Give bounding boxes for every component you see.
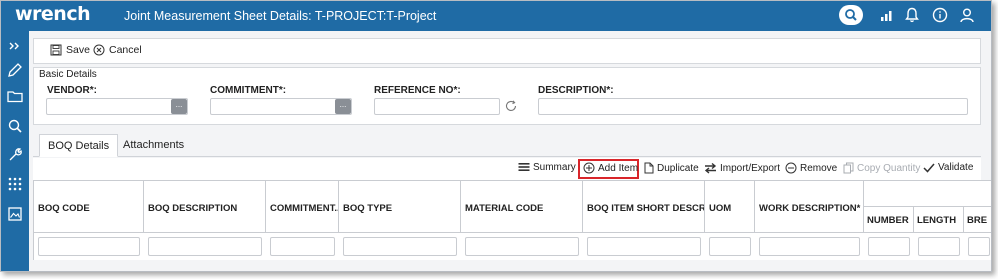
import-export-label: Import/Export	[720, 162, 781, 174]
report-image-icon[interactable]	[6, 205, 24, 223]
filter-commitment-input[interactable]	[270, 237, 335, 256]
column-header-length[interactable]: LENGTH	[914, 207, 964, 233]
column-header-commitment[interactable]: COMMITMENT...	[266, 181, 339, 233]
filter-uom-input[interactable]	[709, 237, 751, 256]
tab-strip: BOQ Details Attachments	[33, 134, 981, 157]
filter-length-input[interactable]	[918, 237, 960, 256]
duplicate-button[interactable]: Duplicate	[643, 162, 699, 174]
import-export-icon	[704, 162, 717, 174]
duplicate-icon	[644, 162, 654, 174]
cancel-label: Cancel	[109, 44, 142, 56]
filter-boq-item-short-description-input[interactable]	[587, 237, 701, 256]
add-item-label: Add Item	[598, 162, 639, 174]
column-group-header	[864, 181, 991, 207]
filter-material-code-input[interactable]	[465, 237, 579, 256]
summary-list-icon	[518, 163, 530, 171]
column-header-boq-code[interactable]: BOQ CODE	[34, 181, 144, 233]
column-header-breadth[interactable]: BRE	[964, 207, 991, 233]
page-title: Joint Measurement Sheet Details: T-PROJE…	[124, 9, 437, 23]
vendor-label: VENDOR*:	[47, 85, 98, 96]
filter-boq-description-input[interactable]	[148, 237, 262, 256]
app-logo: wrench	[15, 3, 91, 25]
filter-number-input[interactable]	[868, 237, 910, 256]
tab-boq-details[interactable]: BOQ Details	[39, 134, 119, 157]
expand-sidebar-icon[interactable]	[6, 37, 24, 55]
duplicate-label: Duplicate	[657, 162, 699, 174]
validate-button[interactable]: Validate	[923, 162, 973, 173]
column-header-boq-description[interactable]: BOQ DESCRIPTION	[144, 181, 266, 233]
column-header-material-code[interactable]: MATERIAL CODE	[461, 181, 583, 233]
top-bar: wrench Joint Measurement Sheet Details: …	[1, 1, 991, 31]
grid-action-bar: Summary Add Item Duplicate Import/Export	[33, 158, 981, 180]
search-icon[interactable]	[6, 117, 24, 135]
filter-boq-type-input[interactable]	[343, 237, 457, 256]
checkmark-icon	[923, 163, 935, 173]
basic-details-legend: Basic Details	[39, 69, 97, 80]
add-item-button[interactable]: Add Item	[583, 162, 638, 174]
save-button[interactable]: Save	[50, 44, 90, 56]
copy-quantity-label: Copy Quantity	[857, 162, 921, 174]
copy-icon	[843, 162, 854, 174]
remove-label: Remove	[800, 162, 838, 174]
filter-work-description-input[interactable]	[759, 237, 860, 256]
search-button[interactable]	[839, 5, 863, 25]
copy-quantity-button[interactable]: Copy Quantity	[843, 162, 920, 174]
tab-attachments[interactable]: Attachments	[115, 134, 192, 157]
commitment-lookup-button[interactable]: ...	[335, 99, 351, 114]
remove-circle-icon	[785, 162, 797, 174]
vendor-input[interactable]	[46, 98, 188, 115]
app-window: wrench Joint Measurement Sheet Details: …	[0, 0, 992, 272]
search-icon	[845, 9, 857, 21]
column-header-boq-item-short-description[interactable]: BOQ ITEM SHORT DESCRIP...	[583, 181, 705, 233]
cancel-icon	[93, 44, 105, 56]
description-input[interactable]	[538, 98, 968, 115]
filter-boq-code-input[interactable]	[38, 237, 140, 256]
add-circle-icon	[583, 162, 595, 174]
column-header-work-description[interactable]: WORK DESCRIPTION*	[755, 181, 864, 233]
vendor-lookup-button[interactable]: ...	[171, 99, 187, 114]
refresh-icon[interactable]	[504, 99, 518, 113]
summary-button[interactable]: Summary	[518, 162, 576, 173]
commitment-input[interactable]	[210, 98, 352, 115]
apps-grid-icon[interactable]	[6, 175, 24, 193]
column-header-number[interactable]: NUMBER	[864, 207, 914, 233]
basic-details-section: Basic Details VENDOR*: ... COMMITMENT*: …	[33, 67, 981, 125]
cancel-button[interactable]: Cancel	[93, 44, 142, 56]
filter-breadth-input[interactable]	[968, 237, 990, 256]
sidebar	[1, 31, 29, 271]
column-header-boq-type[interactable]: BOQ TYPE	[339, 181, 461, 233]
remove-button[interactable]: Remove	[785, 162, 837, 174]
pencil-icon[interactable]	[6, 61, 24, 79]
info-icon[interactable]	[931, 6, 949, 24]
save-label: Save	[66, 44, 90, 56]
validate-label: Validate	[938, 162, 974, 173]
wrench-icon[interactable]	[6, 145, 24, 163]
import-export-button[interactable]: Import/Export	[704, 162, 780, 174]
signal-icon[interactable]	[878, 6, 896, 24]
save-icon	[50, 44, 62, 56]
folder-icon[interactable]	[6, 87, 24, 105]
reference-no-input[interactable]	[374, 98, 500, 115]
grid-filter-row	[34, 233, 991, 260]
form-toolbar: Save Cancel	[33, 38, 981, 64]
reference-no-label: REFERENCE NO*:	[374, 85, 461, 96]
boq-grid: BOQ CODE BOQ DESCRIPTION COMMITMENT... B…	[33, 180, 991, 260]
commitment-label: COMMITMENT*:	[210, 85, 287, 96]
column-header-uom[interactable]: UOM	[705, 181, 755, 233]
user-icon[interactable]	[958, 6, 976, 24]
summary-label: Summary	[533, 162, 576, 173]
notification-bell-icon[interactable]	[903, 6, 921, 24]
description-label: DESCRIPTION*:	[538, 85, 614, 96]
